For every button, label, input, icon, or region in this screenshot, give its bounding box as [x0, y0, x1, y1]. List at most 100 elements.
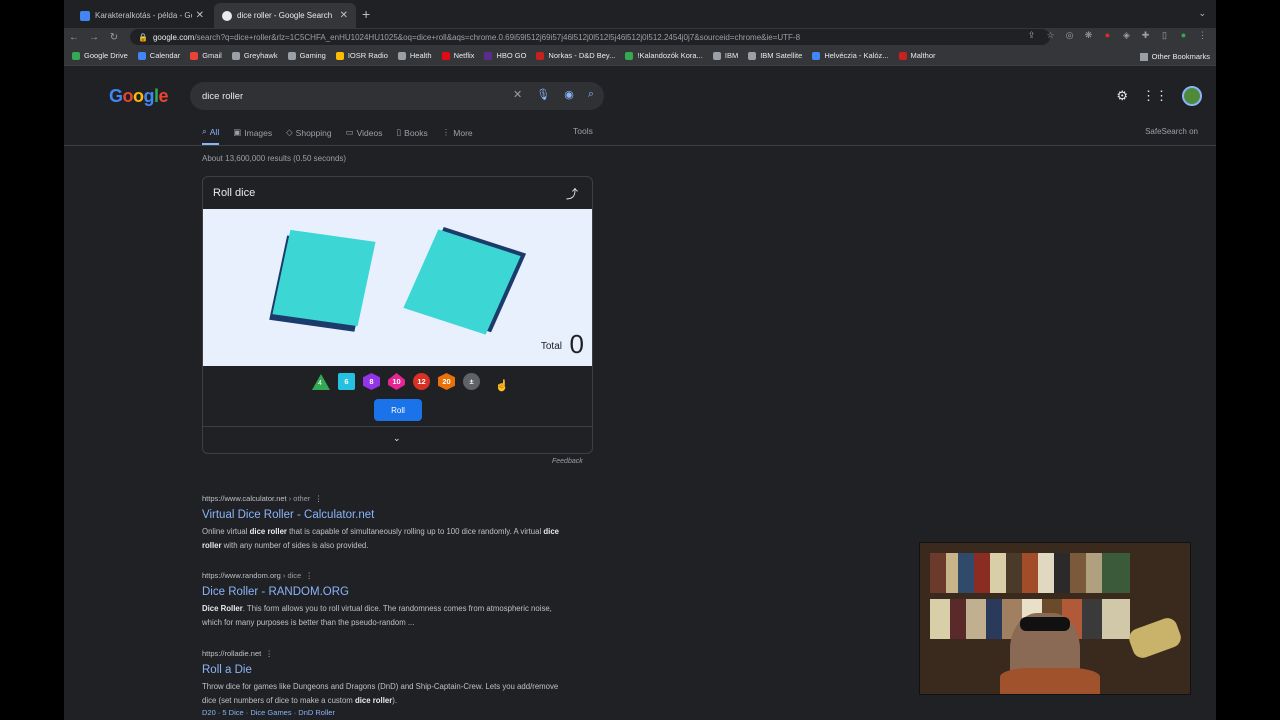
- die-cube: [272, 229, 376, 327]
- tab-strip: Karakteralkotás - példa - Goog ✕ dice ro…: [64, 0, 1216, 28]
- bookmarks-bar: Google Drive Calendar Gmail Greyhawk Gam…: [64, 46, 1216, 66]
- clear-icon[interactable]: ✕: [513, 88, 522, 101]
- avatar[interactable]: [1182, 86, 1202, 106]
- d20-button[interactable]: 20: [438, 373, 455, 390]
- search-icon[interactable]: ⌕: [588, 88, 594, 101]
- back-icon[interactable]: ←: [64, 32, 84, 43]
- d4-button[interactable]: 4: [312, 373, 330, 390]
- tab-shopping[interactable]: ◇ Shopping: [286, 126, 331, 145]
- search-result: https://rolladie.net ⋮ Roll a Die Throw …: [202, 649, 582, 717]
- result-url[interactable]: https://rolladie.net ⋮: [202, 649, 582, 658]
- google-icon: [222, 10, 232, 21]
- result-stats: About 13,600,000 results (0.50 seconds): [202, 154, 347, 163]
- radio-icon: [335, 51, 344, 60]
- sitelinks[interactable]: D20 · 5 Dice · Dice Games · DnD Roller: [202, 708, 582, 717]
- new-tab-icon[interactable]: +: [362, 6, 370, 22]
- tab-dice-roller[interactable]: dice roller - Google Search ✕: [214, 3, 356, 28]
- tab-videos[interactable]: ▭ Videos: [346, 126, 383, 145]
- site-icon: [625, 51, 634, 60]
- reload-icon[interactable]: ↻: [104, 32, 124, 43]
- bookmark-item[interactable]: Health: [397, 51, 432, 60]
- star-icon[interactable]: ☆: [1045, 30, 1056, 41]
- bookmark-item[interactable]: IBM Satellite: [748, 51, 802, 60]
- folder-icon: [748, 51, 757, 60]
- menu-icon[interactable]: ⋮: [1197, 30, 1208, 41]
- bookmark-item[interactable]: Calendar: [137, 51, 180, 60]
- search-actions: ✕ 🎙 ◉ ⌕: [513, 88, 594, 101]
- tools-button[interactable]: Tools: [573, 126, 593, 136]
- result-url[interactable]: https://www.calculator.net › other ⋮: [202, 494, 582, 503]
- other-bookmarks[interactable]: Other Bookmarks: [1139, 52, 1210, 61]
- tab-images[interactable]: ▣ Images: [233, 126, 272, 145]
- doc-icon: [812, 51, 821, 60]
- result-title[interactable]: Dice Roller - RANDOM.ORG: [202, 586, 582, 598]
- microphone-icon[interactable]: 🎙: [536, 88, 550, 101]
- close-icon[interactable]: ✕: [340, 10, 348, 21]
- result-title[interactable]: Virtual Dice Roller - Calculator.net: [202, 509, 582, 521]
- result-title[interactable]: Roll a Die: [202, 664, 582, 676]
- tab-karakteralkotas[interactable]: Karakteralkotás - példa - Goog ✕: [72, 3, 212, 28]
- drive-icon: [72, 51, 80, 60]
- puzzle-icon[interactable]: ✚: [1140, 30, 1151, 41]
- gear-icon[interactable]: ⚙: [1116, 88, 1128, 104]
- bookmark-item[interactable]: HBO GO: [484, 51, 526, 60]
- google-logo[interactable]: Google: [109, 86, 169, 107]
- tag-icon: ◇: [286, 127, 293, 137]
- total-label: Total: [540, 341, 562, 352]
- safesearch-toggle[interactable]: SafeSearch on: [1145, 127, 1198, 136]
- dice-type-selector: 4 6 8 10 12 20 ±: [312, 373, 480, 390]
- feedback-link[interactable]: Feedback: [552, 458, 583, 465]
- bookmark-item[interactable]: Gaming: [287, 51, 326, 60]
- d8-button[interactable]: 8: [363, 373, 380, 390]
- bookmark-item[interactable]: Google Drive: [72, 51, 128, 60]
- modifier-button[interactable]: ±: [463, 373, 480, 390]
- apps-grid-icon[interactable]: ⋮⋮: [1142, 88, 1168, 104]
- tab-books[interactable]: ▯ Books: [396, 126, 427, 145]
- bookmark-item[interactable]: Malthor: [898, 51, 936, 60]
- webcam-overlay: [919, 542, 1191, 695]
- share-icon[interactable]: ⇪: [1026, 30, 1037, 41]
- book-icon: ▯: [396, 127, 402, 137]
- tab-all[interactable]: ⌕ All: [202, 126, 220, 145]
- sidepanel-icon[interactable]: ▯: [1159, 30, 1170, 41]
- roll-button[interactable]: Roll: [374, 399, 422, 421]
- more-icon[interactable]: ⋮: [265, 649, 273, 658]
- chevron-down-icon[interactable]: ⌄: [1198, 8, 1206, 19]
- bookmark-item[interactable]: Netflix: [441, 51, 474, 60]
- bookmark-item[interactable]: Helvéczia - Kalóz...: [812, 51, 889, 60]
- d10-button[interactable]: 10: [388, 373, 405, 390]
- extension-icon[interactable]: ❋: [1083, 30, 1094, 41]
- forward-icon[interactable]: →: [84, 32, 104, 43]
- address-bar[interactable]: 🔒 google.com/search?q=dice+roller&rlz=1C…: [130, 29, 1050, 45]
- extension-icon[interactable]: ◎: [1064, 30, 1075, 41]
- more-icon[interactable]: ⋮: [305, 571, 313, 580]
- bookmark-item[interactable]: !Kalandozók Kora...: [625, 51, 703, 60]
- extension-icon[interactable]: ●: [1102, 30, 1113, 41]
- bookmark-item[interactable]: Greyhawk: [231, 51, 278, 60]
- dice-stage: Total 0: [203, 209, 592, 366]
- search-input[interactable]: dice roller ✕ 🎙 ◉ ⌕: [190, 82, 604, 110]
- video-icon: ▭: [345, 127, 354, 137]
- more-icon[interactable]: ⋮: [315, 494, 323, 503]
- lens-icon[interactable]: ◉: [564, 88, 574, 101]
- die-cube: [403, 229, 521, 335]
- card-divider: [203, 426, 592, 427]
- bookmark-item[interactable]: Gmail: [190, 51, 222, 60]
- folder-icon: [231, 51, 240, 60]
- bookmark-item[interactable]: IOSR Radio: [335, 51, 388, 60]
- d6-button[interactable]: 6: [338, 373, 355, 390]
- tab-more[interactable]: ⋮ More: [442, 126, 473, 145]
- tab-title: Karakteralkotás - példa - Goog: [95, 11, 192, 20]
- netflix-icon: [441, 51, 450, 60]
- bookmark-item[interactable]: Norkas - D&D Bey...: [536, 51, 615, 60]
- close-icon[interactable]: ✕: [196, 10, 204, 21]
- mouse-cursor-icon: ☝: [495, 380, 509, 392]
- url-host: google.com: [152, 32, 195, 42]
- bookmark-item[interactable]: IBM: [712, 51, 738, 60]
- extension-icon[interactable]: ◈: [1121, 30, 1132, 41]
- d12-button[interactable]: 12: [413, 373, 430, 390]
- share-icon[interactable]: ⤴: [566, 185, 578, 202]
- result-url[interactable]: https://www.random.org › dice ⋮: [202, 571, 582, 580]
- chevron-down-icon[interactable]: ⌄: [393, 433, 401, 444]
- profile-icon[interactable]: ●: [1178, 30, 1189, 41]
